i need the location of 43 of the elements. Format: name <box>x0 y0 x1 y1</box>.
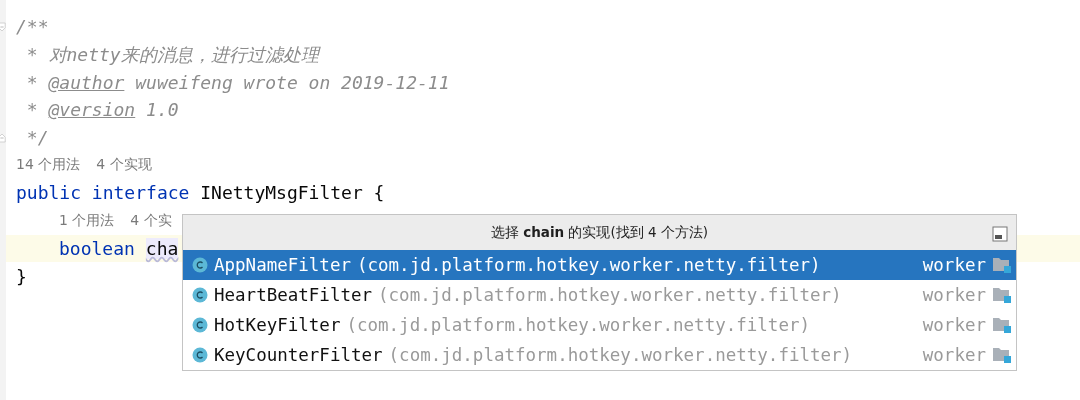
class-icon <box>192 347 208 363</box>
comment-text: * 对netty来的消息，进行过滤处理 <box>25 42 319 67</box>
fold-icon[interactable] <box>0 20 6 33</box>
implementation-row[interactable]: AppNameFilter (com.jd.platform.hotkey.worker.netty.filter) worker <box>183 250 1016 280</box>
method-name: cha <box>145 237 179 259</box>
comment-text: wuweifeng wrote on 2019-12-11 <box>134 71 450 93</box>
keyword: public interface <box>16 182 190 204</box>
class-name: AppNameFilter <box>214 255 351 275</box>
code-text: } <box>16 265 27 287</box>
usage-hint[interactable]: 4 个实现 <box>96 156 152 175</box>
comment-text: * <box>25 99 39 121</box>
module-name: worker <box>922 315 986 335</box>
popup-title: 选择 chain 的实现(找到 4 个方法) <box>490 223 709 242</box>
package-name: (com.jd.platform.hotkey.worker.netty.filter) <box>346 315 812 335</box>
package-name: (com.jd.platform.hotkey.worker.netty.filter) <box>388 345 854 365</box>
comment-text: * <box>25 71 39 93</box>
class-icon <box>192 287 208 303</box>
module-folder-icon <box>992 286 1012 304</box>
class-name: HotKeyFilter <box>214 315 341 335</box>
module-name: worker <box>922 285 986 305</box>
comment-text: /** <box>16 16 49 38</box>
class-name: HeartBeatFilter <box>214 285 373 305</box>
module-folder-icon <box>992 316 1012 334</box>
code-text: INettyMsgFilter { <box>199 182 385 204</box>
javadoc-tag: @author <box>48 71 125 93</box>
keyword: boolean <box>59 237 135 259</box>
fold-icon[interactable] <box>0 131 6 144</box>
class-icon <box>192 257 208 273</box>
class-icon <box>192 317 208 333</box>
class-name: KeyCounterFilter <box>214 345 383 365</box>
usage-hint[interactable]: 14 个用法 <box>16 156 81 175</box>
module-name: worker <box>922 255 986 275</box>
javadoc-tag: @version <box>48 99 136 121</box>
module-name: worker <box>922 345 986 365</box>
usage-hint[interactable]: 1 个用法 <box>59 211 115 230</box>
module-folder-icon <box>992 256 1012 274</box>
module-folder-icon <box>992 346 1012 364</box>
comment-text: 1.0 <box>145 99 179 121</box>
package-name: (com.jd.platform.hotkey.worker.netty.filter) <box>356 255 822 275</box>
comment-text: */ <box>25 127 49 149</box>
package-name: (com.jd.platform.hotkey.worker.netty.filter) <box>378 285 843 305</box>
usage-hint[interactable]: 4 个实 <box>130 211 172 230</box>
pin-icon[interactable] <box>992 226 1008 242</box>
